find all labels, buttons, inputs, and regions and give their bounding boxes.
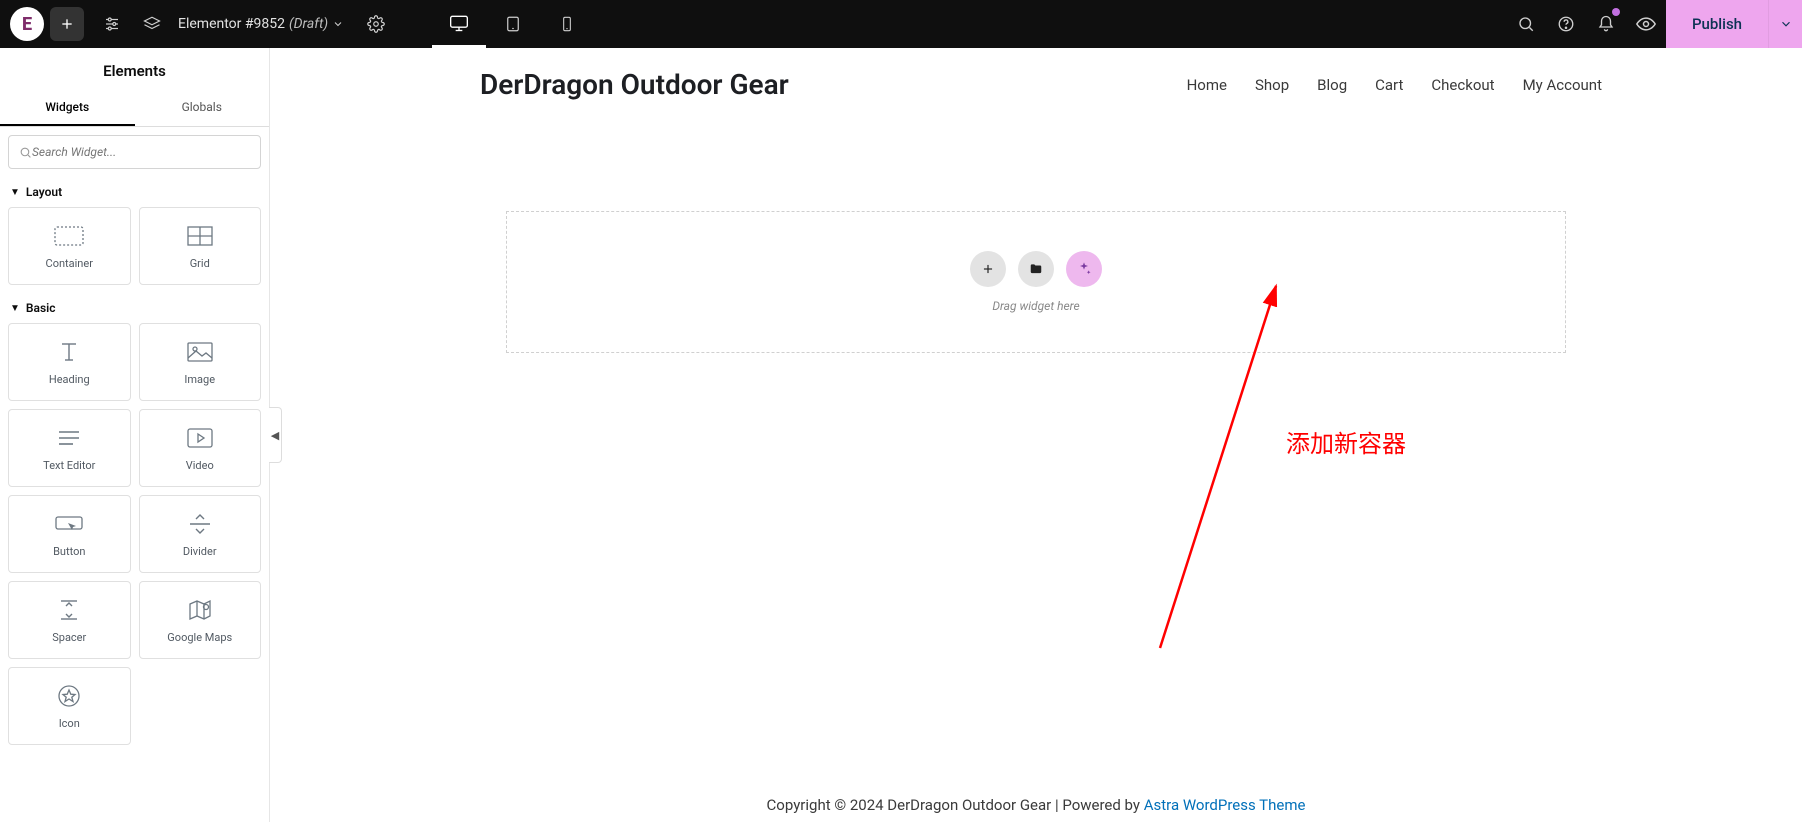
page-settings-icon[interactable]: [356, 0, 396, 48]
elementor-logo[interactable]: E: [10, 7, 44, 41]
text-editor-icon: [57, 425, 81, 451]
search-widget-box[interactable]: [8, 135, 261, 169]
publish-options-chevron[interactable]: [1768, 0, 1802, 48]
grid-icon: [187, 223, 213, 249]
panel-title: Elements: [0, 48, 269, 90]
widget-text-editor[interactable]: Text Editor: [8, 409, 131, 487]
widget-button[interactable]: Button: [8, 495, 131, 573]
doc-status: (Draft): [289, 16, 328, 32]
nav-account[interactable]: My Account: [1523, 76, 1602, 94]
annotation-label: 添加新容器: [1286, 424, 1406, 459]
nav-home[interactable]: Home: [1187, 76, 1227, 94]
publish-button[interactable]: Publish: [1666, 0, 1768, 48]
heading-icon: [56, 339, 82, 365]
structure-icon[interactable]: [132, 0, 172, 48]
search-icon: [19, 146, 32, 159]
widget-image[interactable]: Image: [139, 323, 262, 401]
widget-icon[interactable]: Icon: [8, 667, 131, 745]
empty-section-drop-area[interactable]: Drag widget here: [506, 211, 1566, 353]
site-nav: Home Shop Blog Cart Checkout My Account: [1187, 76, 1602, 94]
spacer-icon: [57, 597, 81, 623]
button-icon: [55, 511, 83, 537]
add-container-button[interactable]: [970, 251, 1006, 287]
panel-tabs: Widgets Globals: [0, 90, 269, 127]
widget-grid[interactable]: Grid: [139, 207, 262, 285]
tab-globals[interactable]: Globals: [135, 90, 270, 126]
device-desktop[interactable]: [432, 0, 486, 48]
device-mobile[interactable]: [540, 0, 594, 48]
help-icon[interactable]: [1546, 0, 1586, 48]
nav-checkout[interactable]: Checkout: [1431, 76, 1494, 94]
star-icon: [57, 683, 81, 709]
footer-text: Copyright © 2024 DerDragon Outdoor Gear …: [767, 796, 1144, 814]
widget-video[interactable]: Video: [139, 409, 262, 487]
caret-down-icon: ▼: [10, 303, 20, 314]
device-tablet[interactable]: [486, 0, 540, 48]
doc-name: Elementor #9852: [178, 16, 285, 32]
drop-hint: Drag widget here: [992, 299, 1079, 313]
responsive-devices: [432, 0, 594, 48]
search-input[interactable]: [32, 145, 250, 159]
topbar: E Elementor #9852 (Draft): [0, 0, 1802, 48]
chevron-down-icon: [332, 18, 344, 30]
preview-icon[interactable]: [1626, 0, 1666, 48]
site-settings-icon[interactable]: [92, 0, 132, 48]
notification-dot: [1612, 8, 1620, 16]
document-title[interactable]: Elementor #9852 (Draft): [172, 16, 350, 32]
preview-canvas: DerDragon Outdoor Gear Home Shop Blog Ca…: [270, 48, 1802, 822]
footer-theme-link[interactable]: Astra WordPress Theme: [1144, 796, 1306, 814]
widget-divider[interactable]: Divider: [139, 495, 262, 573]
site-header: DerDragon Outdoor Gear Home Shop Blog Ca…: [270, 48, 1802, 121]
image-icon: [187, 339, 213, 365]
section-basic-header[interactable]: ▼ Basic: [0, 293, 269, 319]
nav-blog[interactable]: Blog: [1317, 76, 1347, 94]
tab-widgets[interactable]: Widgets: [0, 90, 135, 126]
widget-container[interactable]: Container: [8, 207, 131, 285]
site-title[interactable]: DerDragon Outdoor Gear: [480, 68, 789, 101]
elements-panel: Elements Widgets Globals ▼ Layout Contai…: [0, 48, 270, 822]
caret-down-icon: ▼: [10, 187, 20, 198]
template-library-button[interactable]: [1018, 251, 1054, 287]
add-element-button[interactable]: [50, 7, 84, 41]
map-icon: [188, 597, 212, 623]
widget-google-maps[interactable]: Google Maps: [139, 581, 262, 659]
container-icon: [54, 223, 84, 249]
widget-spacer[interactable]: Spacer: [8, 581, 131, 659]
finder-search-icon[interactable]: [1506, 0, 1546, 48]
nav-shop[interactable]: Shop: [1255, 76, 1289, 94]
nav-cart[interactable]: Cart: [1375, 76, 1403, 94]
notifications-icon[interactable]: [1586, 0, 1626, 48]
video-icon: [187, 425, 213, 451]
widget-heading[interactable]: Heading: [8, 323, 131, 401]
ai-generate-button[interactable]: [1066, 251, 1102, 287]
site-footer: Copyright © 2024 DerDragon Outdoor Gear …: [270, 786, 1802, 822]
divider-icon: [188, 511, 212, 537]
section-layout-header[interactable]: ▼ Layout: [0, 177, 269, 203]
